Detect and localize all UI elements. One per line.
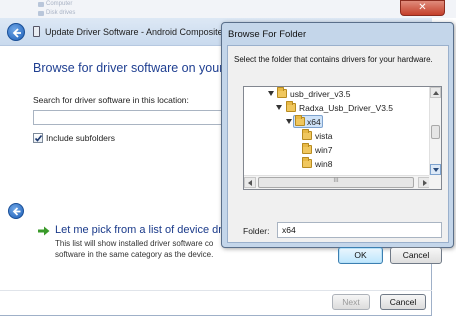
expand-arrow-icon[interactable] (286, 119, 292, 124)
back-arrow-icon (12, 207, 21, 216)
pick-from-list-link[interactable]: Let me pick from a list of device dr (55, 224, 222, 236)
tree-item-label: usb_driver_v3.5 (290, 89, 351, 99)
disk-drive-icon (38, 11, 44, 16)
scroll-thumb[interactable] (431, 125, 440, 139)
folder-tree[interactable]: usb_driver_v3.5 Radxa_Usb_Driver_V3.5 x6… (243, 86, 442, 190)
scrollbar-corner (429, 175, 441, 189)
next-button[interactable]: Next (332, 294, 370, 310)
back-button[interactable] (7, 23, 25, 41)
pick-from-list-description: This list will show installed driver sof… (55, 239, 214, 259)
tree-item-vista[interactable]: vista (244, 129, 430, 143)
tree-item-label: vista (315, 131, 333, 141)
close-button[interactable]: ✕ (400, 0, 445, 16)
dialog-cancel-button[interactable]: Cancel (390, 247, 442, 264)
include-subfolders-checkbox[interactable] (33, 133, 43, 143)
folder-icon (286, 101, 296, 112)
folder-input[interactable]: x64 (277, 222, 442, 238)
include-subfolders-label: Include subfolders (46, 133, 115, 143)
dialog-instruction: Select the folder that contains drivers … (234, 55, 433, 64)
folder-icon (302, 157, 312, 168)
tree-item-radxa-usb-driver[interactable]: Radxa_Usb_Driver_V3.5 (244, 101, 430, 115)
folder-field-label: Folder: (243, 226, 270, 236)
tree-vertical-scrollbar[interactable] (429, 87, 441, 176)
search-location-label: Search for driver software in this locat… (33, 95, 189, 105)
scroll-down-button[interactable] (430, 164, 441, 175)
close-icon: ✕ (418, 2, 427, 13)
folder-icon (302, 143, 312, 154)
tree-item-win8[interactable]: win8 (244, 157, 430, 171)
scroll-grip: III (333, 177, 339, 184)
scroll-left-button[interactable] (244, 177, 256, 188)
dialog-title: Browse For Folder (228, 29, 307, 40)
background-strip: Computer Disk drives (0, 0, 456, 18)
tree-item-usb-driver[interactable]: usb_driver_v3.5 (244, 87, 430, 101)
folder-icon (277, 87, 287, 98)
back-arrow-icon (12, 28, 21, 38)
expand-arrow-icon[interactable] (268, 91, 274, 96)
wizard-cancel-button[interactable]: Cancel (380, 294, 426, 310)
scroll-thumb[interactable]: III (258, 177, 414, 188)
tree-item-label: x64 (307, 117, 321, 127)
browse-for-folder-dialog: Browse For Folder Select the folder that… (221, 22, 454, 264)
tree-horizontal-scrollbar[interactable]: III (244, 175, 430, 189)
tree-item-win7[interactable]: win7 (244, 143, 430, 157)
tree-item-label: Radxa_Usb_Driver_V3.5 (299, 103, 394, 113)
search-location-input[interactable] (33, 110, 233, 125)
tree-item-label: win8 (315, 159, 333, 169)
wizard-title: Update Driver Software - Android Composi… (45, 27, 238, 37)
device-icon (33, 26, 40, 37)
side-back-button[interactable] (8, 203, 24, 219)
computer-icon (38, 2, 44, 7)
checkmark-icon (34, 135, 43, 142)
footer-divider (0, 290, 432, 291)
scroll-up-button[interactable] (430, 87, 441, 98)
green-arrow-icon (38, 226, 50, 236)
tree-item-x64[interactable]: x64 (244, 115, 430, 129)
ok-button[interactable]: OK (338, 247, 383, 264)
bg-item-disk-drives: Disk drives (46, 10, 76, 16)
page-heading: Browse for driver software on your co (33, 61, 241, 75)
bg-item-computer: Computer (46, 1, 73, 7)
tree-item-label: win7 (315, 145, 333, 155)
expand-arrow-icon[interactable] (276, 105, 282, 110)
folder-icon (302, 129, 312, 140)
dialog-body: Select the folder that contains drivers … (227, 45, 449, 264)
folder-icon (295, 115, 305, 126)
